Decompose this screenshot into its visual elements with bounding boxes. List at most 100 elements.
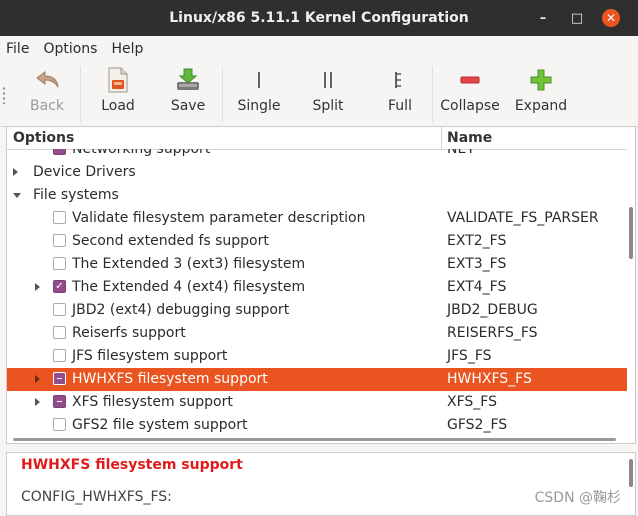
- option-checkbox[interactable]: [53, 326, 66, 339]
- tree-row[interactable]: Second extended fs support EXT2_FS: [7, 230, 627, 253]
- tree-row[interactable]: The Extended 3 (ext3) filesystem EXT3_FS: [7, 253, 627, 276]
- window-controls: – □ ✕: [526, 0, 628, 36]
- single-label: Single: [237, 98, 281, 114]
- option-label: Reiserfs support: [72, 325, 186, 341]
- tree-row[interactable]: JBD2 (ext4) debugging support JBD2_DEBUG: [7, 299, 627, 322]
- split-label: Split: [312, 98, 344, 114]
- tree-row[interactable]: Device Drivers: [7, 161, 627, 184]
- option-label: Second extended fs support: [72, 233, 269, 249]
- option-symbol-name: GFS2_FS: [447, 417, 508, 433]
- option-checkbox[interactable]: [53, 234, 66, 247]
- option-checkbox-module[interactable]: [53, 395, 66, 408]
- close-button[interactable]: ✕: [594, 6, 628, 30]
- save-button[interactable]: Save: [166, 66, 210, 124]
- option-symbol-name: REISERFS_FS: [447, 325, 538, 341]
- save-label: Save: [170, 98, 206, 114]
- load-button[interactable]: Load: [96, 66, 140, 124]
- tree-row[interactable]: File systems: [7, 184, 627, 207]
- watermark: CSDN @鞠杉: [534, 490, 621, 506]
- back-button[interactable]: Back: [24, 66, 70, 124]
- option-symbol-name: JFS_FS: [447, 348, 492, 364]
- help-panel: HWHXFS filesystem support CONFIG_HWHXFS_…: [6, 452, 636, 516]
- collapse-button[interactable]: Collapse: [440, 66, 500, 124]
- split-view-icon: [314, 66, 342, 94]
- option-symbol-name: EXT2_FS: [447, 233, 507, 249]
- option-checkbox-module[interactable]: [53, 149, 66, 155]
- option-label: Device Drivers: [33, 164, 136, 180]
- option-symbol-name: EXT3_FS: [447, 256, 507, 272]
- close-icon: ✕: [602, 9, 620, 27]
- title-bar: Linux/x86 5.11.1 Kernel Configuration – …: [0, 0, 638, 36]
- help-vertical-scrollbar[interactable]: [629, 459, 633, 487]
- load-file-icon: [104, 66, 132, 94]
- option-checkbox[interactable]: [53, 418, 66, 431]
- expand-button[interactable]: Expand: [514, 66, 568, 124]
- option-checkbox-module[interactable]: [53, 372, 66, 385]
- help-config-symbol: CONFIG_HWHXFS_FS:: [21, 489, 172, 505]
- tree-horizontal-scrollbar[interactable]: [13, 438, 616, 441]
- expander-collapsed-icon[interactable]: [35, 375, 40, 383]
- option-symbol-name: XFS_FS: [447, 394, 497, 410]
- option-checkbox[interactable]: [53, 349, 66, 362]
- options-tree[interactable]: Options Name Networking support NET Device…: [6, 126, 636, 444]
- option-symbol-name: NET: [447, 149, 475, 157]
- tree-row[interactable]: GFS2 file system support GFS2_FS: [7, 414, 627, 437]
- single-view-icon: [245, 66, 273, 94]
- tree-row[interactable]: XFS filesystem support XFS_FS: [7, 391, 627, 414]
- tree-row[interactable]: Reiserfs support REISERFS_FS: [7, 322, 627, 345]
- tree-row[interactable]: Networking support NET: [7, 149, 627, 161]
- full-view-icon: [386, 66, 414, 94]
- option-label: The Extended 4 (ext4) filesystem: [72, 279, 306, 295]
- option-checkbox[interactable]: [53, 211, 66, 224]
- expander-collapsed-icon[interactable]: [35, 283, 40, 291]
- toolbar-separator: [222, 66, 223, 122]
- option-checkbox[interactable]: [53, 257, 66, 270]
- single-view-button[interactable]: Single: [236, 66, 282, 124]
- tree-row[interactable]: JFS filesystem support JFS_FS: [7, 345, 627, 368]
- expander-expanded-icon[interactable]: [13, 193, 21, 198]
- option-symbol-name: EXT4_FS: [447, 279, 507, 295]
- option-checkbox-checked[interactable]: ✓: [53, 280, 66, 293]
- tree-rows: Networking support NET Device Drivers File …: [7, 149, 627, 441]
- option-label: JBD2 (ext4) debugging support: [72, 302, 290, 318]
- option-symbol-name: VALIDATE_FS_PARSER: [447, 210, 599, 226]
- menu-help[interactable]: Help: [105, 41, 151, 57]
- tree-header: Options Name: [7, 127, 627, 150]
- tree-row[interactable]: ✓ The Extended 4 (ext4) filesystem EXT4_FS: [7, 276, 627, 299]
- option-symbol-name: HWHXFS_FS: [447, 371, 532, 387]
- toolbar-separator: [432, 66, 433, 122]
- toolbar-grip-icon[interactable]: [2, 86, 6, 104]
- option-label: Networking support: [72, 149, 211, 157]
- full-label: Full: [388, 98, 412, 114]
- tree-row[interactable]: Validate filesystem parameter descriptio…: [7, 207, 627, 230]
- back-label: Back: [30, 98, 64, 114]
- option-label: JFS filesystem support: [72, 348, 228, 364]
- menu-options[interactable]: Options: [37, 41, 105, 57]
- column-header-options[interactable]: Options: [7, 127, 74, 149]
- expander-collapsed-icon[interactable]: [35, 398, 40, 406]
- collapse-minus-icon: [456, 66, 484, 94]
- tree-row[interactable]: HWHXFS filesystem support HWHXFS_FS: [7, 368, 627, 391]
- split-view-button[interactable]: Split: [306, 66, 350, 124]
- option-label: Validate filesystem parameter descriptio…: [72, 210, 366, 226]
- maximize-button[interactable]: □: [560, 6, 594, 30]
- expand-label: Expand: [514, 98, 568, 114]
- option-checkbox[interactable]: [53, 303, 66, 316]
- option-label: XFS filesystem support: [72, 394, 233, 410]
- column-header-name[interactable]: Name: [441, 127, 492, 149]
- tree-vertical-scrollbar[interactable]: [629, 207, 633, 259]
- collapse-label: Collapse: [440, 98, 500, 114]
- expander-collapsed-icon[interactable]: [13, 168, 18, 176]
- option-label: HWHXFS filesystem support: [72, 371, 268, 387]
- full-view-button[interactable]: Full: [380, 66, 420, 124]
- menu-file[interactable]: File: [0, 41, 37, 57]
- option-label: GFS2 file system support: [72, 417, 248, 433]
- minimize-button[interactable]: –: [526, 6, 560, 30]
- toolbar: Back Load Save Single Split Full Collaps…: [0, 62, 638, 127]
- help-title: HWHXFS filesystem support: [21, 457, 243, 473]
- window-title: Linux/x86 5.11.1 Kernel Configuration: [169, 10, 469, 26]
- option-label: File systems: [33, 187, 119, 203]
- option-symbol-name: JBD2_DEBUG: [447, 302, 538, 318]
- option-label: The Extended 3 (ext3) filesystem: [72, 256, 306, 272]
- menu-bar: File Options Help: [0, 36, 638, 62]
